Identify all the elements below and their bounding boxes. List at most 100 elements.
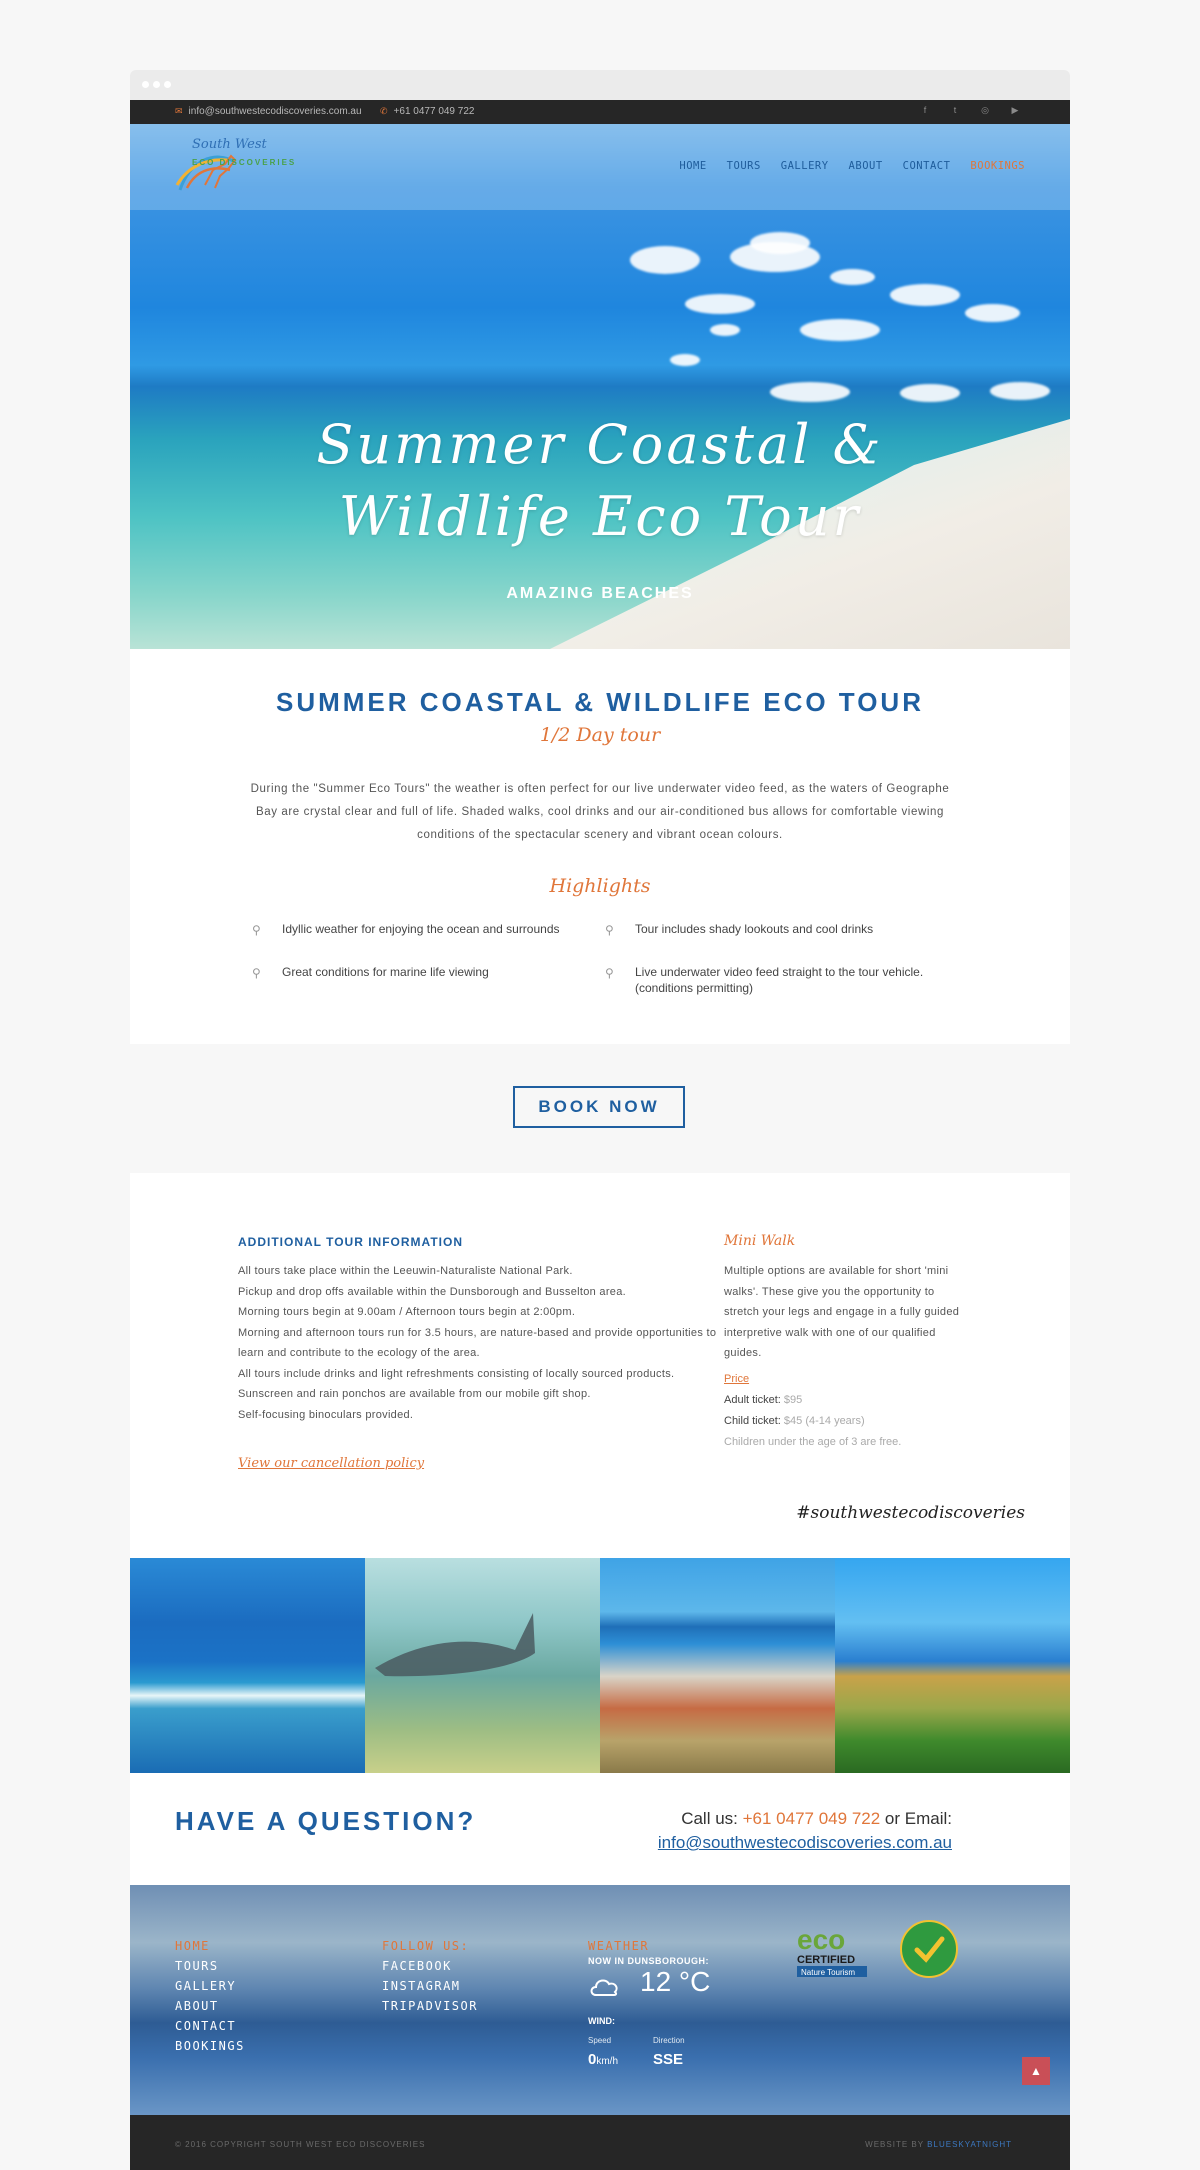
follow-instagram[interactable]: INSTAGRAM — [382, 1976, 478, 1996]
tour-card: SUMMER COASTAL & WILDLIFE ECO TOUR 1/2 D… — [130, 649, 1070, 1044]
footer-nav: HOME TOURS GALLERY ABOUT CONTACT BOOKING… — [175, 1936, 245, 2056]
adult-value: $95 — [783, 1394, 803, 1406]
top-email-text: info@southwestecodiscoveries.com.au — [188, 106, 362, 117]
chevron-up-icon: ▲ — [1030, 2064, 1042, 2078]
hero: South West ECO DISCOVERIES HOME TOURS GA… — [130, 124, 1070, 649]
gallery-photo-coast[interactable] — [835, 1558, 1070, 1773]
highlights-title: Highlights — [549, 875, 651, 897]
wind-direction-label: Direction — [653, 2036, 685, 2045]
hero-subtitle: AMAZING BEACHES — [506, 585, 694, 602]
weather-temperature: 12 °C — [640, 1966, 711, 1997]
footer-nav-home[interactable]: HOME — [175, 1936, 245, 1956]
cloud-icon — [590, 1979, 618, 1996]
map-pin-icon: ⚲ — [252, 923, 261, 937]
highlight-item: ⚲ Idyllic weather for enjoying the ocean… — [252, 921, 612, 937]
top-phone[interactable]: ✆ +61 0477 049 722 — [380, 106, 474, 117]
instagram-icon[interactable]: ◎ — [980, 105, 990, 115]
cloud — [685, 294, 755, 314]
info-title: ADDITIONAL TOUR INFORMATION — [238, 1235, 463, 1249]
free-note: Children under the age of 3 are free. — [724, 1436, 902, 1448]
phone-link[interactable]: +61 0477 049 722 — [743, 1809, 881, 1828]
adult-label: Adult ticket: — [724, 1394, 781, 1406]
weather-widget: WEATHER NOW IN DUNSBOROUGH: 12 °C WIND: … — [588, 1936, 758, 2086]
top-email[interactable]: ✉ info@southwestecodiscoveries.com.au — [175, 106, 362, 117]
envelope-icon: ✉ — [175, 106, 183, 116]
svg-text:Nature Tourism: Nature Tourism — [801, 1968, 855, 1977]
tour-info-section: ADDITIONAL TOUR INFORMATION All tours ta… — [130, 1173, 1070, 1560]
nav-gallery[interactable]: GALLERY — [781, 160, 829, 172]
or-email-label: or Email: — [884, 1809, 952, 1828]
facebook-icon[interactable]: f — [920, 105, 930, 115]
logo-text: South West — [192, 137, 267, 152]
nav-contact[interactable]: CONTACT — [903, 160, 951, 172]
twitter-icon[interactable]: t — [950, 105, 960, 115]
footer-nav-bookings[interactable]: BOOKINGS — [175, 2036, 245, 2056]
highlight-text: Live underwater video feed straight to t… — [635, 965, 924, 995]
highlight-text: Tour includes shady lookouts and cool dr… — [635, 922, 874, 936]
book-now-button[interactable]: BOOK NOW — [513, 1086, 685, 1128]
website-by-link[interactable]: BLUESKYATNIGHT — [927, 2140, 1012, 2149]
cancellation-policy-link[interactable]: View our cancellation policy — [238, 1456, 424, 1471]
info-line: Sunscreen and rain ponchos are available… — [238, 1388, 591, 1400]
wind-speed-unit: km/h — [596, 2056, 619, 2067]
cloud — [830, 269, 875, 285]
scroll-to-top-button[interactable]: ▲ — [1022, 2057, 1050, 2085]
child-label: Child ticket: — [724, 1415, 781, 1427]
youtube-icon[interactable]: ▶ — [1010, 105, 1020, 115]
footer-nav-contact[interactable]: CONTACT — [175, 2016, 245, 2036]
price-link[interactable]: Price — [724, 1373, 749, 1385]
highlight-item: ⚲ Tour includes shady lookouts and cool … — [605, 921, 975, 937]
copyright-bar: © 2016 COPYRIGHT SOUTH WEST ECO DISCOVER… — [130, 2115, 1070, 2170]
weather-title: WEATHER — [588, 1939, 650, 1953]
footer-nav-about[interactable]: ABOUT — [175, 1996, 245, 2016]
mini-walk-text: Multiple options are available for short… — [724, 1265, 960, 1359]
info-line: Morning tours begin at 9.00am / Afternoo… — [238, 1306, 576, 1318]
nav-home[interactable]: HOME — [679, 160, 706, 172]
cloud — [965, 304, 1020, 322]
cloud — [710, 324, 740, 336]
logo-subtext: ECO DISCOVERIES — [192, 158, 297, 167]
highlight-item: ⚲ Live underwater video feed straight to… — [605, 964, 975, 996]
cloud — [990, 382, 1050, 400]
map-pin-icon: ⚲ — [605, 923, 614, 937]
tour-description: During the "Summer Eco Tours" the weathe… — [250, 783, 950, 841]
footer: HOME TOURS GALLERY ABOUT CONTACT BOOKING… — [130, 1885, 1070, 2115]
nav-bookings[interactable]: BOOKINGS — [970, 160, 1025, 172]
info-line: All tours include drinks and light refre… — [238, 1367, 675, 1380]
cloud — [800, 319, 880, 341]
gallery-photo-rocks[interactable] — [600, 1558, 835, 1773]
nav-tours[interactable]: TOURS — [727, 160, 761, 172]
nav-about[interactable]: ABOUT — [849, 160, 883, 172]
website-by-label: WEBSITE BY — [865, 2140, 924, 2149]
follow-tripadvisor[interactable]: TRIPADVISOR — [382, 1996, 478, 2016]
gallery-photo-dolphin[interactable] — [365, 1558, 600, 1773]
highlights-list: ⚲ Idyllic weather for enjoying the ocean… — [130, 897, 1070, 1017]
cloud — [670, 354, 700, 366]
hero-title: Summer Coastal & Wildlife Eco Tour — [316, 413, 884, 548]
tour-duration: 1/2 Day tour — [539, 724, 661, 746]
browser-chrome — [130, 70, 1070, 100]
map-pin-icon: ⚲ — [252, 966, 261, 980]
child-value: $45 (4-14 years) — [783, 1415, 865, 1427]
main-nav: HOME TOURS GALLERY ABOUT CONTACT BOOKING… — [679, 160, 1025, 172]
dolphin-icon — [375, 1613, 535, 1677]
wind-speed: 0km/h — [588, 2051, 618, 2068]
top-bar: ✉ info@southwestecodiscoveries.com.au ✆ … — [130, 100, 1070, 124]
weather-location: NOW IN DUNSBOROUGH: — [588, 1956, 709, 1966]
browser-frame: ✉ info@southwestecodiscoveries.com.au ✆ … — [130, 70, 1070, 1044]
follow-facebook[interactable]: FACEBOOK — [382, 1956, 478, 1976]
gallery-photo-wave[interactable] — [130, 1558, 365, 1773]
cloud — [630, 246, 700, 274]
cloud — [900, 384, 960, 402]
footer-nav-gallery[interactable]: GALLERY — [175, 1976, 245, 1996]
email-link[interactable]: info@southwestecodiscoveries.com.au — [658, 1833, 952, 1852]
mini-walk-title: Mini Walk — [724, 1233, 796, 1249]
call-label: Call us: — [681, 1809, 738, 1828]
footer-nav-tours[interactable]: TOURS — [175, 1956, 245, 1976]
cloud — [750, 232, 810, 254]
cloud — [770, 382, 850, 402]
window-dot — [164, 81, 171, 88]
highlight-text: Idyllic weather for enjoying the ocean a… — [282, 922, 560, 936]
window-dot — [153, 81, 160, 88]
checkmark-icon — [914, 1936, 945, 1963]
